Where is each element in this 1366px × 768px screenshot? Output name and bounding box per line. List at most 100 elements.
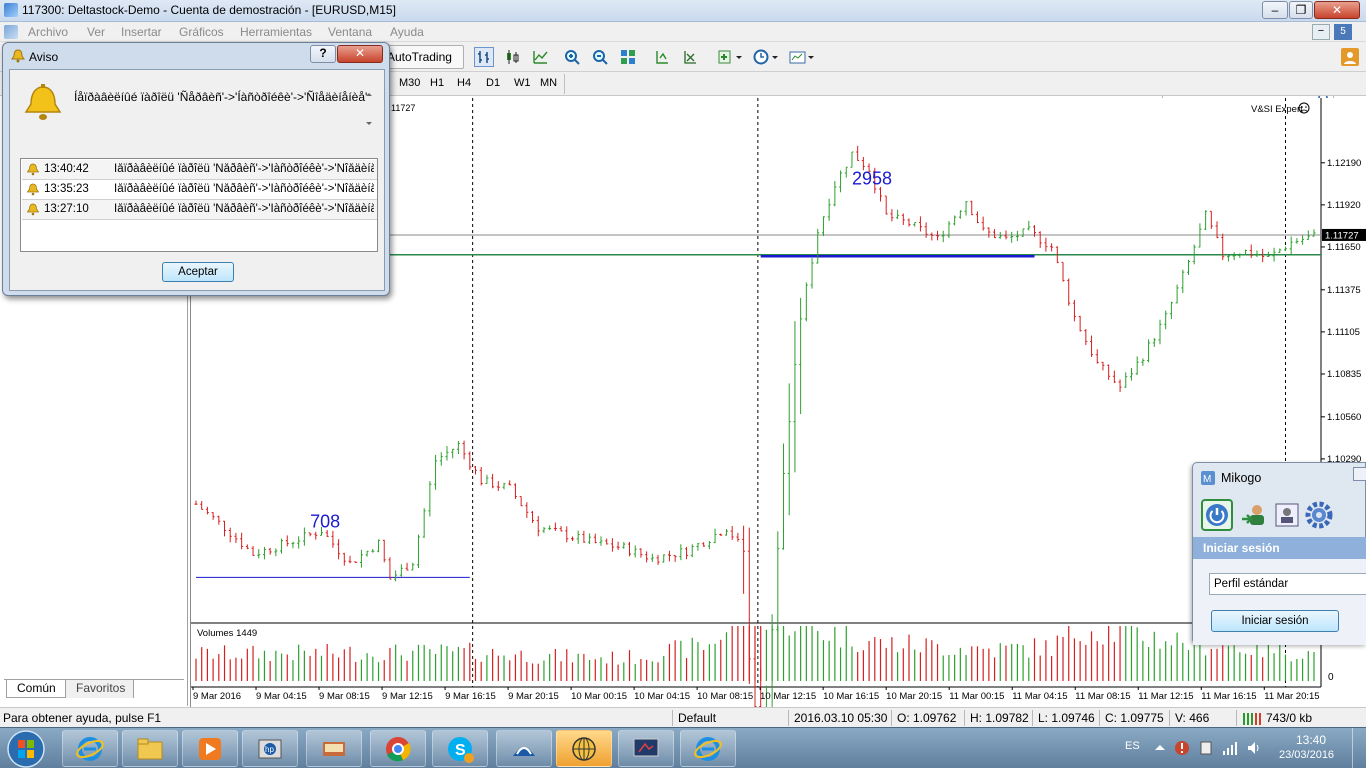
device-icon[interactable]	[1198, 740, 1214, 756]
mql5-community-icon[interactable]	[1340, 47, 1360, 67]
taskbar-metatrader-active[interactable]	[556, 730, 612, 767]
mikogo-section-label: Iniciar sesión	[1203, 541, 1280, 555]
power-button[interactable]	[1201, 499, 1233, 531]
bell-icon	[27, 163, 39, 176]
status-separator	[1032, 710, 1033, 726]
clock-time[interactable]: 13:40	[1296, 733, 1326, 747]
price-tick-label: 1.10560	[1327, 412, 1361, 423]
periods-clock-icon[interactable]	[752, 47, 780, 67]
taskbar-media-player[interactable]	[182, 730, 238, 767]
status-profile[interactable]: Default	[678, 711, 716, 725]
clock-date[interactable]: 23/03/2016	[1279, 749, 1334, 761]
price-tick-label: 1.12190	[1327, 158, 1361, 169]
app-icon	[323, 741, 345, 756]
close-button[interactable]: ✕	[1314, 1, 1360, 19]
show-desktop-button[interactable]	[1352, 728, 1366, 768]
time-tick-label: 10 Mar 08:15	[697, 691, 753, 702]
indicators-icon[interactable]	[716, 47, 744, 67]
internet-explorer-icon	[694, 736, 722, 761]
menu-ventana[interactable]: Ventana	[328, 25, 372, 39]
timeframe-h4[interactable]: H4	[457, 77, 471, 89]
annotation-708: 708	[310, 511, 340, 531]
menu-graficos[interactable]: Gráficos	[179, 25, 224, 39]
status-close: C: 1.09775	[1105, 711, 1164, 725]
bar-chart-icon[interactable]	[474, 47, 494, 67]
mikogo-close-button[interactable]	[1353, 467, 1366, 481]
time-tick-label: 9 Mar 16:15	[445, 691, 496, 702]
autoscroll-icon[interactable]	[680, 47, 700, 67]
taskbar-internet-explorer[interactable]	[62, 730, 118, 767]
line-chart-icon[interactable]	[530, 47, 550, 67]
svg-text:M: M	[1203, 474, 1211, 485]
aceptar-button[interactable]: Aceptar	[162, 262, 234, 282]
volume-icon[interactable]	[1246, 740, 1262, 756]
current-price-label: 1.11727	[1325, 230, 1359, 241]
mikogo-panel: M Mikogo Iniciar sesión Perfil estándar …	[1192, 462, 1366, 645]
templates-icon[interactable]	[788, 47, 816, 67]
aviso-log-row[interactable]: 13:27:10 Íåïðàâèëíûé ïàðîëü 'Ñåðâèñ'->'Í…	[22, 200, 377, 220]
menu-herramientas[interactable]: Herramientas	[240, 25, 312, 39]
aviso-message-scrollbar[interactable]	[364, 86, 374, 132]
zoom-in-icon[interactable]	[562, 47, 582, 67]
taskbar-app[interactable]	[306, 730, 362, 767]
taskbar-hp[interactable]: hp	[242, 730, 298, 767]
window-title: 117300: Deltastock-Demo - Cuenta de demo…	[22, 3, 396, 17]
aviso-close-button[interactable]: ✕	[337, 45, 383, 63]
participants-icon[interactable]	[1239, 501, 1267, 529]
taskbar-chrome[interactable]	[370, 730, 426, 767]
aviso-log-row[interactable]: 13:40:42 Íåïðàâèëíûé ïàðîëü 'Ñåðâèñ'->'Í…	[22, 160, 377, 180]
time-tick-label: 9 Mar 20:15	[508, 691, 559, 702]
mikogo-body: Perfil estándar Iniciar sesión	[1193, 559, 1366, 645]
menu-insertar[interactable]: Insertar	[121, 25, 162, 39]
zoom-out-icon[interactable]	[590, 47, 610, 67]
tile-windows-icon[interactable]	[618, 47, 638, 67]
security-alert-icon[interactable]	[1174, 740, 1190, 756]
minimize-button[interactable]: –	[1262, 1, 1288, 19]
network-signal-icon[interactable]	[1222, 740, 1238, 756]
language-indicator[interactable]: ES	[1125, 740, 1140, 752]
volume-zero-label: 0	[1328, 672, 1334, 683]
time-tick-label: 10 Mar 04:15	[634, 691, 690, 702]
aviso-help-button[interactable]: ?	[310, 45, 336, 63]
timeframe-h1[interactable]: H1	[430, 77, 444, 89]
bell-icon	[27, 203, 39, 216]
tab-favoritos-label: Favoritos	[76, 681, 126, 695]
timeframe-d1[interactable]: D1	[486, 77, 500, 89]
child-window-icon[interactable]: 5	[1334, 24, 1352, 40]
menu-ayuda[interactable]: Ayuda	[390, 25, 424, 39]
iniciar-sesion-button[interactable]: Iniciar sesión	[1211, 610, 1339, 632]
taskbar-sailing-app[interactable]	[496, 730, 552, 767]
maximize-button[interactable]: ❐	[1289, 1, 1313, 19]
mikogo-section-header: Iniciar sesión	[1193, 537, 1366, 559]
status-separator	[1099, 710, 1100, 726]
status-datetime: 2016.03.10 05:30	[794, 711, 888, 725]
taskbar-screen-app[interactable]	[618, 730, 674, 767]
settings-gear-icon[interactable]	[1305, 501, 1333, 529]
timeframe-w1[interactable]: W1	[514, 77, 531, 89]
taskbar-file-explorer[interactable]	[122, 730, 178, 767]
autotrading-button[interactable]: AutoTrading	[380, 45, 464, 69]
candlestick-icon[interactable]	[502, 47, 522, 67]
time-tick-label: 10 Mar 20:15	[886, 691, 942, 702]
menu-ver[interactable]: Ver	[87, 25, 105, 39]
status-open: O: 1.09762	[897, 711, 957, 725]
mikogo-title: Mikogo	[1221, 471, 1262, 485]
timeframe-mn[interactable]: MN	[540, 77, 557, 89]
taskbar-skype[interactable]: S	[432, 730, 488, 767]
chart-shift-icon[interactable]	[652, 47, 672, 67]
start-button-icon[interactable]	[6, 729, 46, 768]
annotation-2958: 2958	[852, 169, 892, 189]
show-hidden-icons-icon[interactable]	[1154, 742, 1166, 752]
monitor-icon	[633, 738, 659, 756]
tab-comun[interactable]: Común	[6, 680, 66, 698]
restore-child-button[interactable]: −	[1312, 24, 1330, 40]
timeframe-m30[interactable]: M30	[399, 77, 420, 89]
windows-taskbar: hp S ES 13:40 23/03/2016	[0, 727, 1366, 768]
tab-favoritos[interactable]: Favoritos	[66, 680, 134, 698]
menu-archivo[interactable]: Archivo	[28, 25, 68, 39]
taskbar-internet-explorer-2[interactable]	[680, 730, 736, 767]
log-time: 13:40:42	[44, 163, 89, 175]
profile-select[interactable]: Perfil estándar	[1209, 573, 1366, 595]
aviso-log-row[interactable]: 13:35:23 Íåïðàâèëíûé ïàðîëü 'Ñåðâèñ'->'Í…	[22, 180, 377, 200]
presenter-icon[interactable]	[1273, 501, 1301, 529]
